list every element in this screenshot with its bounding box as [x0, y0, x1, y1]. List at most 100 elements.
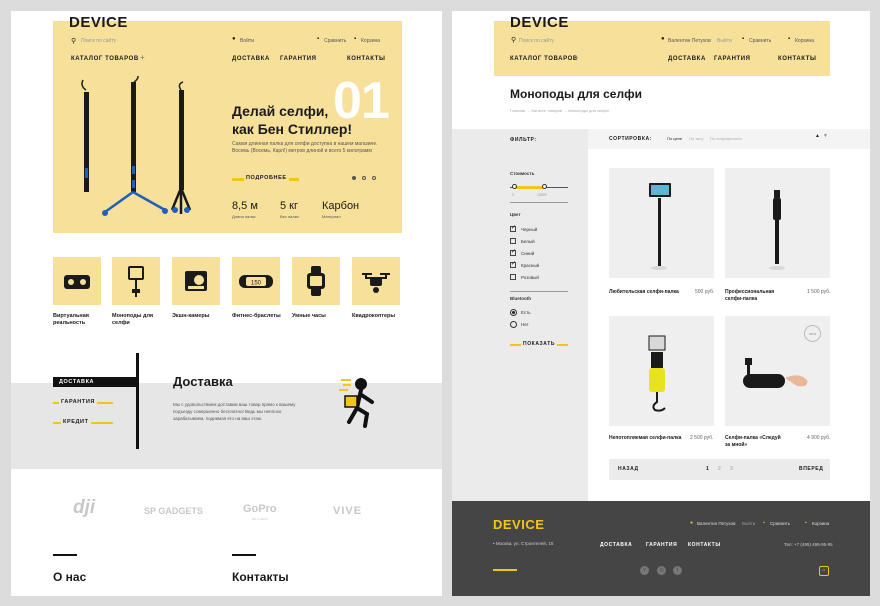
compare-link[interactable]: Сравнить	[324, 38, 346, 44]
pagination-page-1[interactable]: 1	[706, 466, 709, 472]
nav-delivery[interactable]: ДОСТАВКА	[668, 56, 706, 62]
category-tile-monopod[interactable]	[112, 257, 160, 305]
breadcrumb-home[interactable]: Главная	[510, 108, 525, 113]
footer-logout[interactable]: Выйти	[742, 521, 755, 526]
more-button[interactable]: ПОДРОБНЕЕ	[244, 175, 289, 181]
footer-cart[interactable]: Корзина	[812, 521, 829, 526]
site-logo[interactable]: DEVICE	[510, 14, 569, 31]
sort-by-type[interactable]: По типу	[689, 136, 703, 141]
pagination-page-2[interactable]: 2	[718, 466, 721, 472]
developer-badge-icon[interactable]: ⌂	[819, 566, 829, 576]
nav-warranty[interactable]: ГАРАНТИЯ	[280, 56, 317, 62]
product-name-1[interactable]: Любительская селфи-палка	[609, 289, 689, 296]
footer-nav-delivery[interactable]: ДОСТАВКА	[600, 542, 632, 548]
color-checkbox-blue[interactable]	[510, 248, 516, 256]
footer-compare[interactable]: Сравнить	[770, 521, 790, 526]
vk-icon[interactable]: v	[640, 566, 649, 575]
product-price-2: 1 500 руб.	[807, 289, 831, 295]
product-badge-new-label: new	[808, 331, 817, 336]
category-label-monopod[interactable]: Моноподы для селфи	[112, 313, 158, 327]
category-label-action-camera[interactable]: Экшн-камеры	[172, 313, 232, 320]
slider-dot-2[interactable]	[362, 176, 366, 180]
category-label-vr[interactable]: Виртуальная реальность	[53, 313, 101, 327]
category-label-smartwatch[interactable]: Умные часы	[292, 313, 352, 320]
breadcrumb-catalog[interactable]: Каталог товаров	[531, 108, 562, 113]
spec-weight: 5 кг Вес палки	[280, 200, 299, 219]
footer-user-name[interactable]: Валентин Петухов	[697, 521, 735, 526]
cart-link[interactable]: Корзина	[361, 38, 380, 44]
category-label-fitness[interactable]: Фитнес-браслеты	[232, 313, 292, 320]
service-tab-credit[interactable]: КРЕДИТ	[61, 419, 91, 425]
catalog-menu[interactable]: КАТАЛОГ ТОВАРОВ	[71, 56, 139, 62]
logout-link[interactable]: Выйти	[717, 38, 732, 44]
color-checkbox-pink[interactable]	[510, 274, 516, 280]
twitter-icon[interactable]: t	[673, 566, 682, 575]
login-link[interactable]: Войти	[240, 38, 254, 44]
nav-contacts[interactable]: КОНТАКТЫ	[347, 56, 385, 62]
pagination-next[interactable]: ВПЕРЕД	[799, 466, 823, 472]
search-input[interactable]: Поиск по сайту	[81, 38, 116, 44]
product-card-4[interactable]: new	[725, 316, 830, 426]
spec-material: Карбон Материал	[322, 200, 359, 219]
plus-icon[interactable]: +	[140, 53, 145, 62]
sort-desc-icon[interactable]: ▼	[823, 133, 828, 139]
brand-dji[interactable]: dji	[73, 497, 95, 519]
sort-asc-icon[interactable]: ▲	[815, 133, 820, 139]
footer-nav-contacts[interactable]: КОНТАКТЫ	[688, 542, 721, 548]
color-checkbox-red[interactable]	[510, 260, 516, 268]
service-tab-delivery[interactable]: ДОСТАВКА	[53, 377, 136, 387]
brand-gopro[interactable]: GoPro	[243, 503, 277, 515]
slider-dot-3[interactable]	[372, 176, 376, 180]
footer-address-text: Москва, ул. Строителей, 15	[495, 541, 554, 546]
page-title: Моноподы для селфи	[510, 87, 642, 101]
spec-length-label: Длина палки	[232, 214, 256, 219]
product-name-2[interactable]: Профессиональная селфи-палка	[725, 289, 785, 303]
brand-vive[interactable]: VIVE	[333, 505, 362, 517]
site-logo[interactable]: DEVICE	[69, 14, 128, 31]
product-name-3[interactable]: Непотопляемая селфи-палка	[609, 435, 694, 442]
footer-user-icon: ●	[690, 520, 694, 526]
search-icon[interactable]: ⚲	[511, 36, 516, 44]
sort-by-popularity[interactable]: По популярности	[710, 136, 742, 141]
product-card-3[interactable]	[609, 316, 714, 426]
category-tile-action-camera[interactable]	[172, 257, 220, 305]
slider-dot-1[interactable]	[352, 176, 356, 180]
compare-link[interactable]: Сравнить	[749, 38, 771, 44]
plus-icon[interactable]: +	[574, 53, 579, 62]
instagram-icon[interactable]: ◎	[657, 566, 666, 575]
product-name-4[interactable]: Селфи-палка «Следуй за мной»	[725, 435, 785, 449]
spec-material-value: Карбон	[322, 200, 360, 212]
bluetooth-radio-yes[interactable]	[510, 309, 517, 316]
pagination-page-3[interactable]: 3	[730, 466, 733, 472]
cart-link[interactable]: Корзина	[795, 38, 814, 44]
nav-delivery[interactable]: ДОСТАВКА	[232, 56, 270, 62]
catalog-menu[interactable]: КАТАЛОГ ТОВАРОВ	[510, 56, 578, 62]
color-checkbox-white[interactable]	[510, 238, 516, 244]
product-card-2[interactable]	[725, 168, 830, 278]
pagination-prev[interactable]: НАЗАД	[618, 466, 639, 472]
brand-spgadgets[interactable]: SP GADGETS	[144, 506, 203, 516]
product-card-1[interactable]	[609, 168, 714, 278]
price-slider-max-handle[interactable]	[542, 184, 547, 189]
footer-nav-warranty[interactable]: ГАРАНТИЯ	[646, 542, 677, 548]
user-icon: ●	[661, 36, 665, 42]
bluetooth-radio-no[interactable]	[510, 321, 517, 328]
category-label-drone[interactable]: Квадрокоптеры	[352, 313, 412, 320]
search-input[interactable]: Поиск по сайту	[519, 38, 554, 44]
sort-by-price[interactable]: По цене	[667, 136, 682, 141]
search-icon[interactable]: ⚲	[71, 37, 76, 45]
category-tile-smartwatch[interactable]	[292, 257, 340, 305]
category-tile-drone[interactable]	[352, 257, 400, 305]
price-slider-min-handle[interactable]	[512, 184, 517, 189]
footer-logo[interactable]: DEVICE	[493, 517, 544, 532]
service-tab-warranty[interactable]: ГАРАНТИЯ	[59, 399, 97, 405]
user-name[interactable]: Валентин Петухов	[668, 38, 711, 44]
nav-warranty[interactable]: ГАРАНТИЯ	[714, 56, 751, 62]
compare-icon: ▪	[317, 36, 320, 42]
category-tile-vr[interactable]	[53, 257, 101, 305]
action-camera-icon	[185, 271, 207, 291]
nav-contacts[interactable]: КОНТАКТЫ	[778, 56, 816, 62]
color-checkbox-black[interactable]	[510, 224, 516, 232]
category-tile-fitness[interactable]: 150	[232, 257, 280, 305]
show-button[interactable]: ПОКАЗАТЬ	[521, 341, 558, 347]
